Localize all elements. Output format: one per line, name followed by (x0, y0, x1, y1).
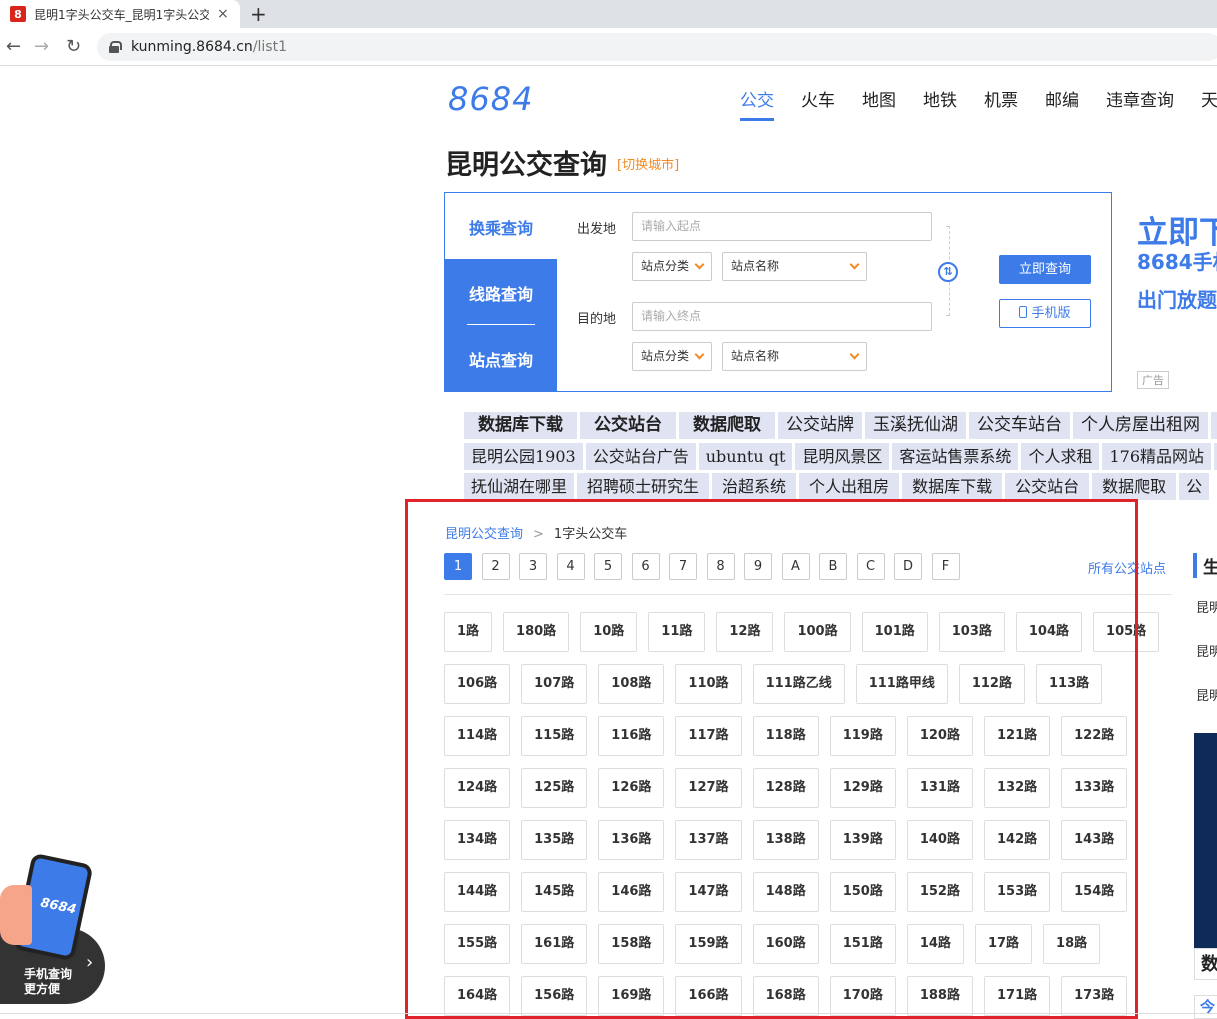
swap-icon[interactable]: ⇅ (938, 262, 958, 282)
link-item[interactable]: 昆明公园1903 (464, 443, 583, 470)
to-input[interactable]: 请输入终点 (632, 302, 932, 331)
tab-transfer-query[interactable]: 换乘查询 (445, 215, 557, 239)
phone-logo: 8684 (39, 895, 78, 918)
from-input[interactable]: 请输入起点 (632, 212, 932, 241)
tab-title: 昆明1字头公交车_昆明1字头公交车 (34, 7, 209, 22)
back-arrow-icon[interactable]: ← (6, 36, 21, 57)
link-item[interactable]: 个人出租房 (799, 473, 900, 500)
close-tab-icon[interactable]: × (217, 6, 229, 22)
chevron-down-icon (849, 349, 860, 360)
ad-tag: 广告 (1137, 371, 1169, 389)
link-item[interactable]: 治超系统 (712, 473, 797, 500)
ad-line3[interactable]: 出门放题 (1137, 284, 1217, 313)
link-row-3: 抚仙湖在哪里 招聘硕士研究生 治超系统 个人出租房 数据库下载 公交站台 数据爬… (464, 473, 1212, 500)
link-item[interactable]: 数据爬取 (1092, 473, 1177, 500)
site-favicon-icon: 8 (10, 6, 26, 22)
select-value: 站点分类 (641, 259, 690, 273)
from-stop-category-select[interactable]: 站点分类 (632, 252, 712, 281)
from-stop-name-select[interactable]: 站点名称 (722, 252, 867, 281)
to-stop-name-select[interactable]: 站点名称 (722, 342, 867, 371)
link-row-1: 数据库下载 公交站台 数据爬取 公交站牌 玉溪抚仙湖 公交车站台 个人房屋出租网… (464, 412, 1217, 439)
tab-active-bg (445, 259, 557, 392)
sidebar-image[interactable] (1194, 733, 1217, 948)
link-item[interactable]: 数据库下载 (464, 412, 577, 439)
url-path: /list1 (252, 39, 287, 55)
chevron-down-icon (849, 259, 860, 270)
link-item[interactable]: 公 (1179, 473, 1210, 500)
main-nav: 公交 火车 地图 地铁 机票 邮编 违章查询 天 (740, 86, 1217, 121)
chevron-right-icon: › (86, 952, 94, 973)
reload-icon[interactable]: ↻ (66, 36, 81, 57)
query-button[interactable]: 立即查询 (999, 255, 1091, 284)
nav-train[interactable]: 火车 (801, 86, 835, 111)
to-stop-category-select[interactable]: 站点分类 (632, 342, 712, 371)
widget-text: 手机查询 更方便 (24, 967, 84, 997)
address-bar[interactable]: kunming.8684.cn/list1 (97, 33, 1217, 61)
nav-weather[interactable]: 天 (1201, 86, 1217, 111)
from-label: 出发地 (577, 222, 617, 237)
link-item[interactable]: 招聘硕士研究生 (577, 473, 710, 500)
highlight-box (405, 499, 1138, 1019)
ad-line2[interactable]: 8684手机 (1137, 246, 1217, 275)
nav-bus[interactable]: 公交 (740, 86, 774, 121)
tab-line-query[interactable]: 线路查询 (445, 281, 557, 305)
nav-violation[interactable]: 违章查询 (1106, 86, 1174, 111)
link-item[interactable]: 数据爬取 (679, 412, 775, 439)
browser-toolbar: ← → ↻ kunming.8684.cn/list1 (0, 28, 1217, 66)
url-host: kunming.8684.cn (131, 39, 253, 55)
sidebar-link[interactable]: 昆明 (1196, 597, 1217, 616)
to-label: 目的地 (577, 312, 617, 327)
widget-line2: 更方便 (24, 982, 61, 996)
link-item[interactable]: ubuntu qt (698, 443, 793, 470)
sidebar-bottom-label[interactable]: 今 (1194, 995, 1217, 1019)
widget-line1: 手机查询 (24, 967, 73, 981)
nav-postcode[interactable]: 邮编 (1045, 86, 1079, 111)
link-item[interactable]: 公交站牌 (778, 412, 862, 439)
link-item[interactable]: 昆明风景区 (795, 443, 890, 470)
link-item[interactable]: 公交车站台 (969, 412, 1070, 439)
link-item[interactable]: 抚仙湖在哪里 (464, 473, 575, 500)
select-value: 站点分类 (641, 349, 690, 363)
sidebar-link[interactable]: 昆明 (1196, 685, 1217, 704)
link-item[interactable]: 176精品网站 (1102, 443, 1211, 470)
browser-window: { "browser": { "tab_favicon": "8", "tab_… (0, 0, 1217, 1019)
tab-divider (467, 324, 535, 325)
link-item[interactable]: 个人房屋出租网 (1073, 412, 1208, 439)
link-item[interactable]: 公交站台广告 (585, 443, 696, 470)
page-bottom-divider (0, 1013, 1217, 1014)
link-item[interactable]: 持 (1211, 412, 1217, 439)
nav-map[interactable]: 地图 (862, 86, 896, 111)
mobile-button-label: 手机版 (1031, 306, 1071, 321)
page-title: 昆明公交查询 (445, 150, 607, 181)
sidebar-image-caption[interactable]: 数 (1194, 948, 1217, 980)
sidebar-link[interactable]: 昆明 (1196, 641, 1217, 660)
link-item[interactable]: 个人求租 (1021, 443, 1100, 470)
link-item[interactable]: 公交站台 (580, 412, 676, 439)
hand-icon (0, 885, 32, 945)
switch-city-link[interactable]: [切换城市] (617, 154, 679, 173)
link-row-2: 昆明公园1903 公交站台广告 ubuntu qt 昆明风景区 客运站售票系统 … (464, 443, 1217, 470)
link-item[interactable]: 玉溪抚仙湖 (865, 412, 966, 439)
mobile-version-button[interactable]: 手机版 (999, 299, 1091, 328)
tab-strip: 8 昆明1字头公交车_昆明1字头公交车 × + (0, 0, 1217, 28)
browser-tab[interactable]: 8 昆明1字头公交车_昆明1字头公交车 × (0, 0, 240, 28)
chevron-down-icon (694, 259, 705, 270)
link-item[interactable]: 客运站售票系统 (892, 443, 1019, 470)
nav-flight[interactable]: 机票 (984, 86, 1018, 111)
lock-icon (109, 41, 122, 53)
search-tabs: 换乘查询 线路查询 站点查询 (445, 193, 557, 392)
link-item[interactable]: 公交站台 (1005, 473, 1090, 500)
select-value: 站点名称 (731, 259, 780, 273)
forward-arrow-icon[interactable]: → (34, 36, 49, 57)
nav-subway[interactable]: 地铁 (923, 86, 957, 111)
select-value: 站点名称 (731, 349, 780, 363)
link-item[interactable]: 数据库下载 (902, 473, 1003, 500)
phone-icon (1019, 306, 1028, 318)
chevron-down-icon (694, 349, 705, 360)
new-tab-button[interactable]: + (250, 2, 267, 26)
site-logo[interactable]: 8684 (448, 80, 533, 118)
tab-stop-query[interactable]: 站点查询 (445, 347, 557, 371)
sidebar-title: 生 (1193, 553, 1217, 578)
